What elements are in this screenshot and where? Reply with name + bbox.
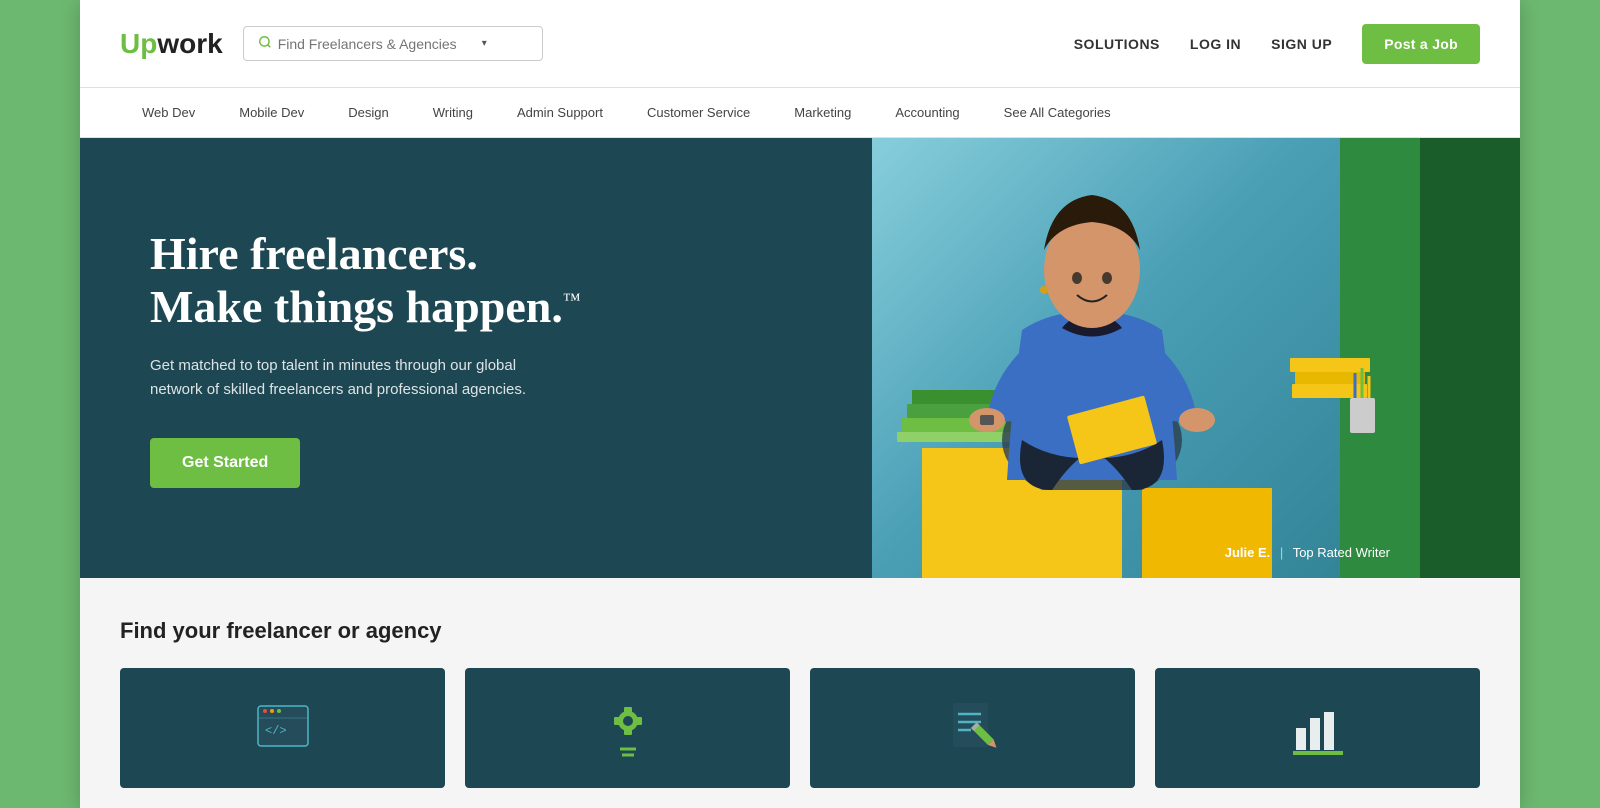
page-wrapper: Upwork ▾ SOLUTIONS LOG IN SIGN UP Post a… <box>80 0 1520 808</box>
card-sales-icon-wrapper <box>1288 698 1348 758</box>
logo-up: Up <box>120 28 157 60</box>
person-illustration <box>932 150 1252 490</box>
header-nav: SOLUTIONS LOG IN SIGN UP Post a Job <box>1074 24 1480 64</box>
signup-link[interactable]: SIGN UP <box>1271 36 1332 52</box>
card-web-dev[interactable]: </> <box>120 668 445 788</box>
hero-section: Hire freelancers. Make things happen.™ G… <box>80 138 1520 578</box>
chart-icon <box>1288 698 1348 758</box>
hero-right: Julie E. | Top Rated Writer <box>872 138 1520 578</box>
hero-heading-line1: Hire freelancers. <box>150 228 478 279</box>
svg-text:</>: </> <box>265 724 287 738</box>
logo[interactable]: Upwork <box>120 28 223 60</box>
card-writing-icon-wrapper <box>943 698 1003 758</box>
search-bar: ▾ <box>243 26 543 61</box>
freelancer-title: Top Rated Writer <box>1293 545 1390 560</box>
category-nav: Web Dev Mobile Dev Design Writing Admin … <box>80 88 1520 138</box>
card-design[interactable] <box>465 668 790 788</box>
hero-heading-line2: Make things happen.™ <box>150 281 580 332</box>
logo-work: work <box>157 28 222 60</box>
trademark: ™ <box>563 290 581 310</box>
post-job-button[interactable]: Post a Job <box>1362 24 1480 64</box>
bottom-heading: Find your freelancer or agency <box>120 618 1480 644</box>
cat-admin-support[interactable]: Admin Support <box>495 88 625 138</box>
card-sales[interactable] <box>1155 668 1480 788</box>
search-input[interactable] <box>278 36 478 52</box>
cat-web-dev[interactable]: Web Dev <box>120 88 217 138</box>
search-icon <box>258 35 272 52</box>
freelancer-label: Julie E. | Top Rated Writer <box>1225 545 1390 560</box>
cat-writing[interactable]: Writing <box>411 88 495 138</box>
cat-customer-service[interactable]: Customer Service <box>625 88 772 138</box>
cat-mobile-dev[interactable]: Mobile Dev <box>217 88 326 138</box>
card-web-dev-icon-wrapper: </> <box>253 698 313 758</box>
gear-lightbulb-icon <box>598 693 658 763</box>
category-cards: </> <box>120 668 1480 788</box>
cat-accounting[interactable]: Accounting <box>873 88 981 138</box>
code-icon: </> <box>253 698 313 758</box>
solutions-link[interactable]: SOLUTIONS <box>1074 36 1160 52</box>
cat-marketing[interactable]: Marketing <box>772 88 873 138</box>
card-design-icon-wrapper <box>598 693 658 763</box>
header: Upwork ▾ SOLUTIONS LOG IN SIGN UP Post a… <box>80 0 1520 88</box>
search-dropdown-arrow[interactable]: ▾ <box>482 38 487 49</box>
login-link[interactable]: LOG IN <box>1190 36 1241 52</box>
get-started-button[interactable]: Get Started <box>150 438 300 488</box>
hero-subtext: Get matched to top talent in minutes thr… <box>150 354 570 402</box>
yellow-box-medium <box>1142 488 1272 578</box>
cat-design[interactable]: Design <box>326 88 410 138</box>
cat-see-all[interactable]: See All Categories <box>982 88 1133 138</box>
card-writing[interactable] <box>810 668 1135 788</box>
book-stack-right <box>1290 358 1390 478</box>
hero-heading: Hire freelancers. Make things happen.™ <box>150 228 802 334</box>
bottom-section: Find your freelancer or agency </> <box>80 578 1520 808</box>
hero-left: Hire freelancers. Make things happen.™ G… <box>80 138 872 578</box>
writing-icon <box>943 698 1003 758</box>
freelancer-name: Julie E. <box>1225 545 1271 560</box>
